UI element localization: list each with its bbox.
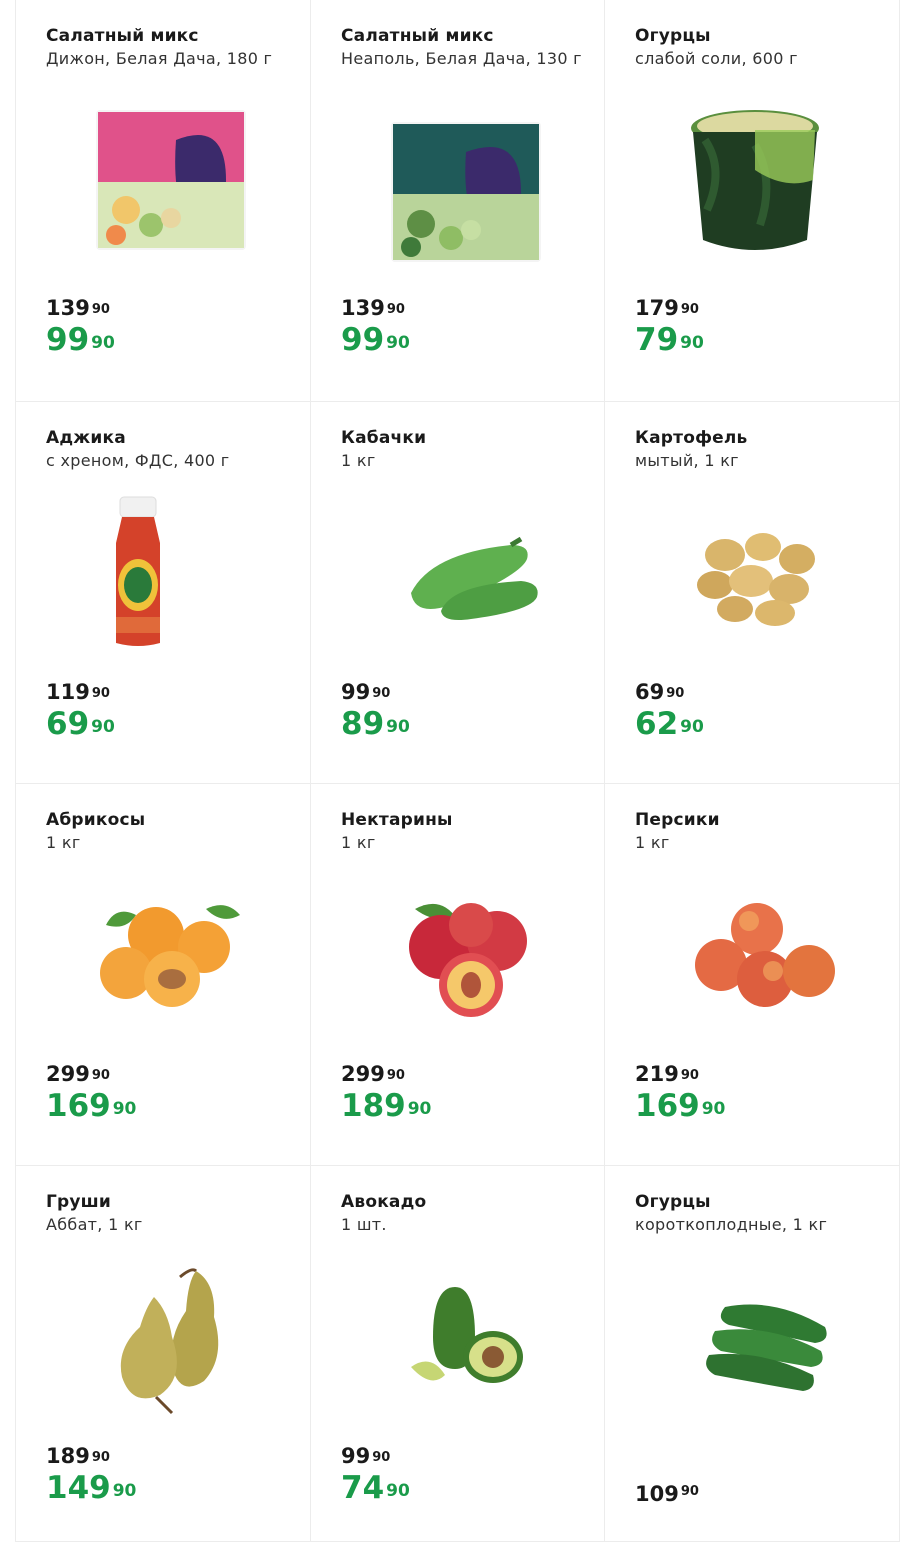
avocado-icon [371,1262,551,1412]
old-price: 99 90 [341,680,391,704]
product-card[interactable]: Салатный микс Дижон, Белая Дача, 180 г 1… [15,0,311,402]
new-price: 99 90 [341,322,410,358]
old-price: 179 90 [635,296,699,320]
product-title: Картофель [635,428,748,448]
product-subtitle: с хреном, ФДС, 400 г [46,451,230,470]
new-price: 89 90 [341,706,410,742]
old-price: 189 90 [46,1444,110,1468]
product-title: Кабачки [341,428,427,448]
product-title: Салатный микс [341,26,494,46]
product-card[interactable]: Персики 1 кг 219 90 169 90 [604,784,900,1166]
new-price: 99 90 [46,322,115,358]
product-card[interactable]: Авокадо 1 шт. 99 90 74 90 [310,1166,605,1542]
adjika-bottle-icon [56,496,236,648]
new-price: 79 90 [635,322,704,358]
cucumbers-icon [665,1262,845,1412]
nectarines-icon [371,880,551,1030]
product-title: Персики [635,810,720,830]
product-title: Груши [46,1192,112,1212]
new-price: 189 90 [341,1088,432,1124]
pickle-jar-icon [665,100,845,260]
product-card[interactable]: Нектарины 1 кг 299 90 189 90 [310,784,605,1166]
old-price: 139 90 [341,296,405,320]
product-subtitle: 1 кг [341,833,376,852]
product-title: Абрикосы [46,810,146,830]
old-price: 299 90 [341,1062,405,1086]
salad-bag-pink-icon [76,100,256,260]
product-title: Огурцы [635,1192,711,1212]
product-subtitle: Неаполь, Белая Дача, 130 г [341,49,582,68]
old-price: 299 90 [46,1062,110,1086]
new-price: 74 90 [341,1470,410,1506]
product-subtitle: 1 шт. [341,1215,387,1234]
product-title: Салатный микс [46,26,199,46]
product-subtitle: Дижон, Белая Дача, 180 г [46,49,273,68]
old-price: 139 90 [46,296,110,320]
product-card[interactable]: Абрикосы 1 кг 299 90 169 90 [15,784,311,1166]
product-grid: Салатный микс Дижон, Белая Дача, 180 г 1… [15,0,900,1542]
product-subtitle: Аббат, 1 кг [46,1215,143,1234]
peaches-icon [665,880,845,1030]
zucchini-icon [371,498,551,648]
product-card[interactable]: Картофель мытый, 1 кг 69 90 62 90 [604,402,900,784]
salad-bag-green-icon [371,112,551,272]
apricots-icon [76,880,256,1030]
new-price: 149 90 [46,1470,137,1506]
product-subtitle: 1 кг [635,833,670,852]
old-price: 99 90 [341,1444,391,1468]
old-price: 109 90 [635,1482,699,1506]
product-subtitle: 1 кг [341,451,376,470]
new-price: 169 90 [635,1088,726,1124]
product-subtitle: слабой соли, 600 г [635,49,798,68]
new-price: 69 90 [46,706,115,742]
product-title: Нектарины [341,810,453,830]
product-subtitle: мытый, 1 кг [635,451,739,470]
product-card[interactable]: Огурцы слабой соли, 600 г 179 90 79 90 [604,0,900,402]
product-card[interactable]: Груши Аббат, 1 кг 189 90 149 90 [15,1166,311,1542]
product-card[interactable]: Аджика с хреном, ФДС, 400 г 119 90 69 90 [15,402,311,784]
pears-icon [76,1262,256,1415]
old-price: 219 90 [635,1062,699,1086]
new-price: 62 90 [635,706,704,742]
product-title: Аджика [46,428,126,448]
product-subtitle: 1 кг [46,833,81,852]
product-card[interactable]: Кабачки 1 кг 99 90 89 90 [310,402,605,784]
old-price: 69 90 [635,680,685,704]
potatoes-icon [665,498,845,648]
old-price: 119 90 [46,680,110,704]
new-price: 169 90 [46,1088,137,1124]
product-card[interactable]: Огурцы короткоплодные, 1 кг 109 90 [604,1166,900,1542]
product-title: Авокадо [341,1192,427,1212]
product-subtitle: короткоплодные, 1 кг [635,1215,828,1234]
product-card[interactable]: Салатный микс Неаполь, Белая Дача, 130 г… [310,0,605,402]
product-title: Огурцы [635,26,711,46]
